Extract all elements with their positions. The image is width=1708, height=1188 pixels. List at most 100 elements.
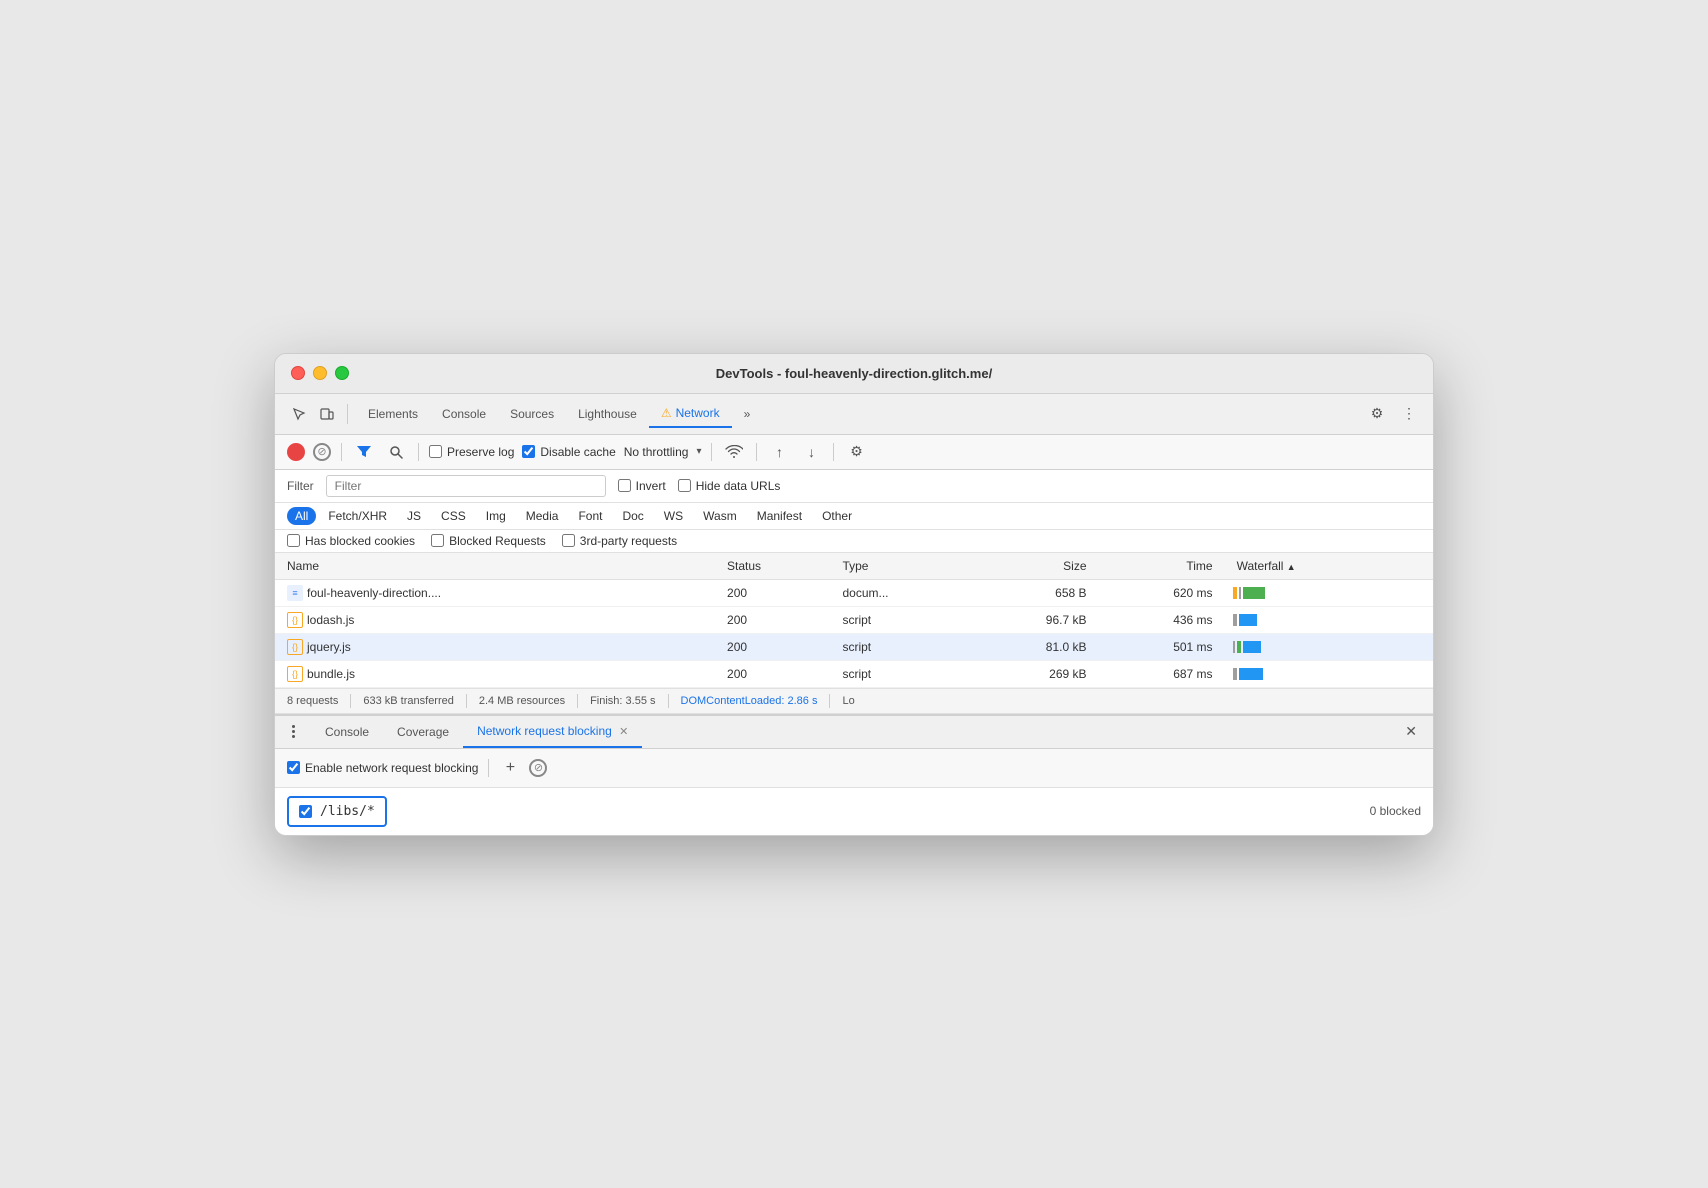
- throttle-dropdown-icon[interactable]: ▾: [696, 446, 701, 457]
- upload-icon[interactable]: ↑: [767, 440, 791, 464]
- cell-type: script: [830, 633, 969, 660]
- table-row[interactable]: ≡foul-heavenly-direction....200docum...6…: [275, 579, 1433, 606]
- panel-more-icon[interactable]: [283, 722, 303, 742]
- filter-icon[interactable]: [352, 440, 376, 464]
- toolbar-divider-2: [418, 443, 419, 461]
- type-btn-js[interactable]: JS: [399, 507, 429, 525]
- toolbar-icons: ⚙ ⋮: [1365, 402, 1421, 426]
- type-btn-media[interactable]: Media: [518, 507, 567, 525]
- enable-blocking-checkbox[interactable]: Enable network request blocking: [287, 761, 478, 775]
- cell-size: 96.7 kB: [970, 606, 1099, 633]
- waterfall-bar: [1233, 668, 1425, 680]
- minimize-button[interactable]: [313, 366, 327, 380]
- cell-status: 200: [715, 606, 830, 633]
- cursor-icon[interactable]: [287, 402, 311, 426]
- invert-checkbox[interactable]: Invert: [618, 479, 666, 493]
- pattern-text: /libs/*: [320, 804, 375, 819]
- disable-cache-checkbox[interactable]: Disable cache: [522, 445, 615, 459]
- filter-input[interactable]: [326, 475, 606, 497]
- type-btn-other[interactable]: Other: [814, 507, 860, 525]
- table-header: Name Status Type Size Time Waterfall ▲: [275, 553, 1433, 580]
- close-button[interactable]: [291, 366, 305, 380]
- blocked-cookies-checkbox[interactable]: Has blocked cookies: [287, 534, 415, 548]
- pattern-checkbox-input[interactable]: [299, 805, 312, 818]
- type-btn-font[interactable]: Font: [570, 507, 610, 525]
- type-btn-css[interactable]: CSS: [433, 507, 474, 525]
- col-time[interactable]: Time: [1099, 553, 1225, 580]
- blocked-requests-checkbox[interactable]: Blocked Requests: [431, 534, 546, 548]
- cell-size: 269 kB: [970, 660, 1099, 687]
- tab-sources[interactable]: Sources: [498, 401, 566, 427]
- requests-count: 8 requests: [287, 695, 338, 707]
- add-pattern-button[interactable]: +: [499, 757, 521, 779]
- type-btn-manifest[interactable]: Manifest: [749, 507, 810, 525]
- status-divider-4: [668, 694, 669, 708]
- type-btn-fetchxhr[interactable]: Fetch/XHR: [320, 507, 395, 525]
- close-panel-button[interactable]: ✕: [1397, 719, 1425, 744]
- wifi-icon[interactable]: [722, 440, 746, 464]
- tab-console[interactable]: Console: [430, 401, 498, 427]
- table-row[interactable]: {}lodash.js200script96.7 kB436 ms: [275, 606, 1433, 633]
- blocked-requests-input[interactable]: [431, 534, 444, 547]
- invert-input[interactable]: [618, 479, 631, 492]
- dom-content-loaded: DOMContentLoaded: 2.86 s: [681, 695, 818, 707]
- col-name[interactable]: Name: [275, 553, 715, 580]
- js-icon: {}: [287, 612, 303, 628]
- pattern-highlight[interactable]: /libs/*: [287, 796, 387, 827]
- blocked-count: 0 blocked: [1370, 804, 1421, 818]
- waterfall-segment: [1237, 641, 1241, 653]
- waterfall-segment: [1239, 668, 1263, 680]
- pattern-checkbox[interactable]: [299, 805, 312, 818]
- tab-elements[interactable]: Elements: [356, 401, 430, 427]
- clear-patterns-icon[interactable]: ⊘: [529, 759, 547, 777]
- hide-data-urls-input[interactable]: [678, 479, 691, 492]
- type-btn-ws[interactable]: WS: [656, 507, 691, 525]
- type-btn-doc[interactable]: Doc: [614, 507, 651, 525]
- table-row[interactable]: {}jquery.js200script81.0 kB501 ms: [275, 633, 1433, 660]
- network-toolbar: ⊘ Preserve log Disable cache No throttli…: [275, 435, 1433, 470]
- waterfall-segment: [1233, 641, 1235, 653]
- record-button[interactable]: [287, 443, 305, 461]
- preserve-log-input[interactable]: [429, 445, 442, 458]
- toolbar-divider-3: [711, 443, 712, 461]
- download-icon[interactable]: ↓: [799, 440, 823, 464]
- finish-time: Finish: 3.55 s: [590, 695, 655, 707]
- type-btn-all[interactable]: All: [287, 507, 316, 525]
- tab-network[interactable]: ⚠ Network: [649, 400, 732, 428]
- table-row[interactable]: {}bundle.js200script269 kB687 ms: [275, 660, 1433, 687]
- col-status[interactable]: Status: [715, 553, 830, 580]
- tab-network-request-blocking[interactable]: Network request blocking ✕: [463, 716, 642, 748]
- blocked-cookies-input[interactable]: [287, 534, 300, 547]
- clear-button[interactable]: ⊘: [313, 443, 331, 461]
- transferred-size: 633 kB transferred: [363, 695, 454, 707]
- network-settings-icon[interactable]: ⚙: [844, 440, 868, 464]
- col-type[interactable]: Type: [830, 553, 969, 580]
- type-btn-wasm[interactable]: Wasm: [695, 507, 745, 525]
- tab-more[interactable]: »: [732, 401, 763, 427]
- waterfall-segment: [1243, 587, 1265, 599]
- disable-cache-input[interactable]: [522, 445, 535, 458]
- toolbar-divider-4: [756, 443, 757, 461]
- third-party-checkbox[interactable]: 3rd-party requests: [562, 534, 677, 548]
- col-waterfall[interactable]: Waterfall ▲: [1225, 553, 1433, 580]
- blocking-pattern-item: /libs/* 0 blocked: [275, 788, 1433, 835]
- tab-coverage[interactable]: Coverage: [383, 717, 463, 747]
- status-bar: 8 requests 633 kB transferred 2.4 MB res…: [275, 688, 1433, 714]
- devtools-window: DevTools - foul-heavenly-direction.glitc…: [274, 353, 1434, 836]
- maximize-button[interactable]: [335, 366, 349, 380]
- more-options-icon[interactable]: ⋮: [1397, 402, 1421, 426]
- enable-blocking-input[interactable]: [287, 761, 300, 774]
- tab-console-bottom[interactable]: Console: [311, 717, 383, 747]
- col-size[interactable]: Size: [970, 553, 1099, 580]
- settings-icon[interactable]: ⚙: [1365, 402, 1389, 426]
- search-icon[interactable]: [384, 440, 408, 464]
- preserve-log-checkbox[interactable]: Preserve log: [429, 445, 514, 459]
- device-toggle-icon[interactable]: [315, 402, 339, 426]
- cell-type: docum...: [830, 579, 969, 606]
- tab-lighthouse[interactable]: Lighthouse: [566, 401, 649, 427]
- hide-data-urls-checkbox[interactable]: Hide data URLs: [678, 479, 781, 493]
- tab-close-icon[interactable]: ✕: [619, 726, 628, 738]
- type-btn-img[interactable]: Img: [478, 507, 514, 525]
- status-divider-5: [829, 694, 830, 708]
- third-party-input[interactable]: [562, 534, 575, 547]
